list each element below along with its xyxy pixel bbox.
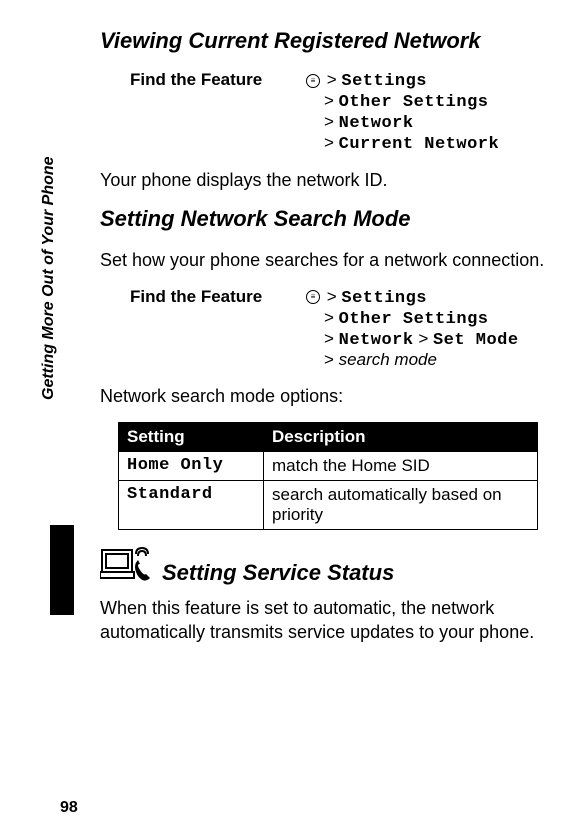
body-service-status: When this feature is set to automatic, t… [100,596,553,645]
cell-description: match the Home SID [264,451,538,480]
table-header-setting: Setting [119,422,264,451]
menu-icon: ≡ [306,290,320,304]
page-edge-tab [50,525,74,615]
cell-setting: Home Only [119,451,264,480]
table-row: Home Only match the Home SID [119,451,538,480]
computer-phone-icon [100,546,154,586]
page-content: Viewing Current Registered Network Find … [100,20,553,658]
table-header-description: Description [264,422,538,451]
find-the-feature-label: Find the Feature [130,70,306,154]
path-settings: Settings [341,72,427,91]
menu-icon: ≡ [306,74,320,88]
path-set-mode: Set Mode [433,331,519,350]
path-current-network: Current Network [339,135,500,154]
path-other-settings: Other Settings [339,310,489,329]
path-settings: Settings [341,289,427,308]
sidebar-chapter-title: Getting More Out of Your Phone [40,156,58,400]
page-number: 98 [60,799,78,817]
path-search-mode: search mode [339,350,437,369]
path-network: Network [339,114,414,133]
cell-description: search automatically based on priority [264,480,538,529]
heading-search-mode: Setting Network Search Mode [100,206,553,232]
feature-path-block: Find the Feature ≡ > Settings > Other Se… [130,70,553,154]
options-table: Setting Description Home Only match the … [118,422,538,530]
cell-setting: Standard [119,480,264,529]
heading-service-status: Setting Service Status [162,560,394,586]
body-search-intro: Set how your phone searches for a networ… [100,248,553,272]
body-options-intro: Network search mode options: [100,384,553,408]
path-other-settings: Other Settings [339,93,489,112]
table-row: Standard search automatically based on p… [119,480,538,529]
find-the-feature-label: Find the Feature [130,287,306,370]
heading-viewing-network: Viewing Current Registered Network [100,28,553,54]
menu-path: ≡ > Settings > Other Settings > Network … [306,70,499,154]
body-network-id: Your phone displays the network ID. [100,168,553,192]
feature-path-block: Find the Feature ≡ > Settings > Other Se… [130,287,553,370]
menu-path: ≡ > Settings > Other Settings > Network … [306,287,519,370]
path-network: Network [339,331,414,350]
heading-row-service-status: Setting Service Status [100,546,553,586]
